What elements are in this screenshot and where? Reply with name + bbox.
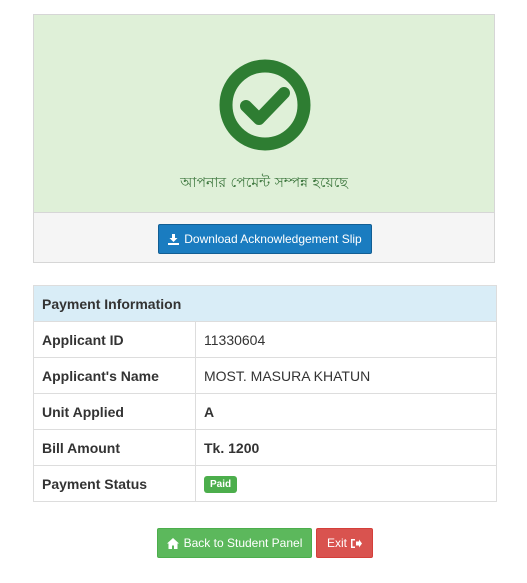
download-icon	[168, 233, 180, 245]
table-row: Applicant ID 11330604	[33, 321, 497, 358]
exit-button[interactable]: Exit	[316, 528, 373, 558]
download-slip-label: Download Acknowledgement Slip	[184, 232, 362, 246]
applicant-id-label: Applicant ID	[33, 321, 196, 358]
status-badge: Paid	[204, 476, 238, 493]
success-banner: আপনার পেমেন্ট সম্পন্ন হয়েছে	[34, 15, 494, 213]
payment-info-header: Payment Information	[33, 285, 497, 322]
payment-info-table: Payment Information Applicant ID 1133060…	[33, 285, 497, 502]
payment-status-cell: Paid	[195, 465, 497, 502]
applicant-name-value: MOST. MASURA KHATUN	[195, 357, 497, 394]
sign-out-icon	[351, 538, 362, 549]
unit-applied-label: Unit Applied	[33, 393, 196, 430]
table-row: Applicant's Name MOST. MASURA KHATUN	[33, 357, 497, 394]
download-slip-button[interactable]: Download Acknowledgement Slip	[158, 224, 372, 254]
table-row: Unit Applied A	[33, 393, 497, 430]
bill-amount-value: Tk. 1200	[195, 429, 497, 466]
bill-amount-label: Bill Amount	[33, 429, 196, 466]
unit-applied-value: A	[195, 393, 497, 430]
payment-status-label: Payment Status	[33, 465, 196, 502]
back-label: Back to Student Panel	[183, 536, 303, 550]
home-icon	[166, 537, 179, 549]
payment-success-panel: আপনার পেমেন্ট সম্পন্ন হয়েছে Download Ac…	[33, 14, 495, 263]
success-message: আপনার পেমেন্ট সম্পন্ন হয়েছে	[180, 175, 348, 191]
table-row: Payment Status Paid	[33, 465, 497, 502]
check-circle-icon	[219, 59, 311, 151]
applicant-name-label: Applicant's Name	[33, 357, 196, 394]
applicant-id-value: 11330604	[195, 321, 497, 358]
exit-label: Exit	[326, 536, 347, 550]
table-row: Bill Amount Tk. 1200	[33, 429, 497, 466]
back-to-student-panel-button[interactable]: Back to Student Panel	[157, 528, 312, 558]
